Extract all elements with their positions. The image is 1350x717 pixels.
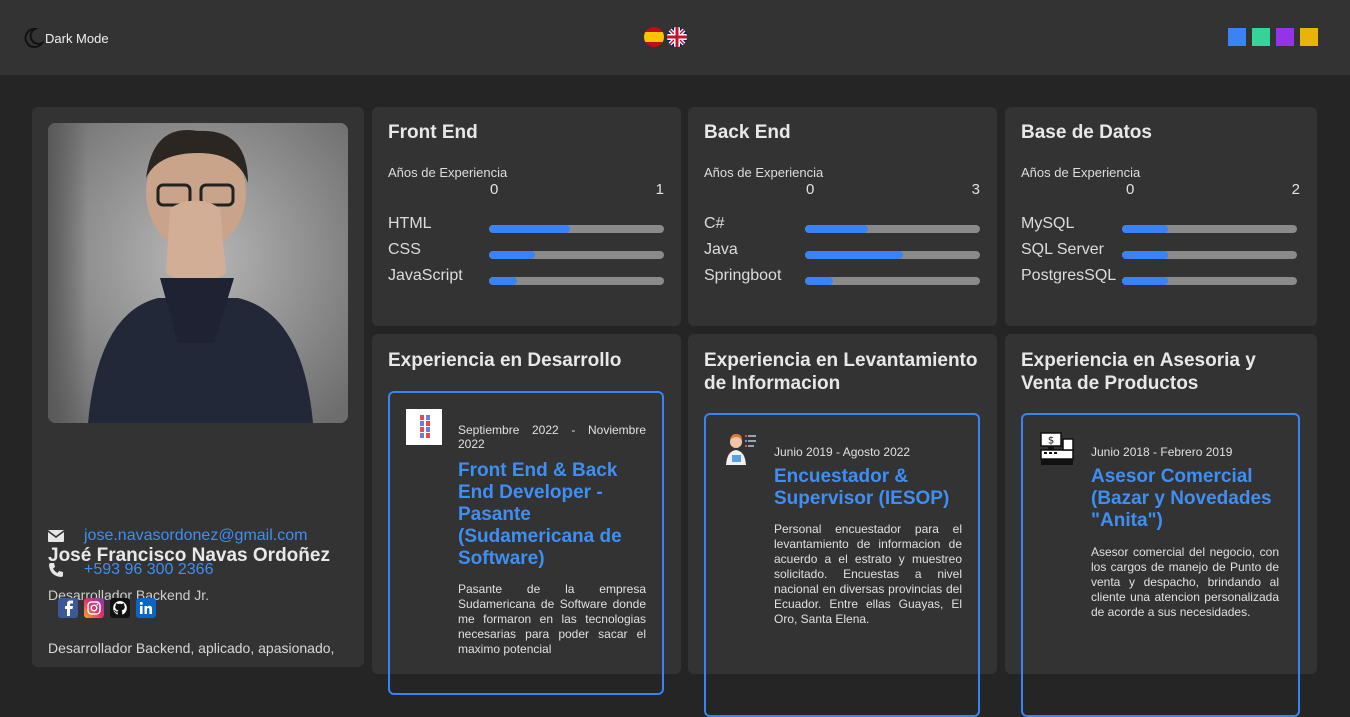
experience-card-development: Experiencia en Desarrollo Septiembre 202… — [372, 334, 681, 695]
skill-bar-fill — [805, 225, 868, 233]
skill-label: Springboot — [704, 267, 782, 284]
social-links — [58, 598, 156, 618]
card-title: Experiencia en Desarrollo — [388, 350, 622, 371]
skill-bar — [805, 225, 980, 233]
skill-bar — [805, 251, 980, 259]
scale-max: 2 — [1291, 181, 1300, 198]
facebook-icon[interactable] — [58, 598, 78, 618]
skill-label: C# — [704, 215, 725, 232]
experience-title: Front End & Back End Developer - Pasante… — [458, 460, 622, 569]
experience-card-sales: Experiencia en Asesoria y Venta de Produ… — [1005, 334, 1317, 717]
skill-bar — [1122, 251, 1297, 259]
scale-max: 3 — [971, 181, 980, 198]
profile-bio: Desarrollador Backend, aplicado, apasion… — [48, 640, 335, 656]
experience-title: Asesor Comercial (Bazar y Novedades "Ani… — [1091, 466, 1272, 531]
card-title: Base de Datos — [1021, 122, 1152, 143]
skills-card-database: Base de Datos Años de Experiencia 0 2 My… — [1005, 107, 1317, 326]
surveyor-icon — [722, 431, 758, 467]
skill-row: PostgresSQL — [1021, 267, 1297, 287]
uk-flag-icon[interactable] — [667, 27, 687, 47]
cash-register-icon: $ — [1039, 431, 1075, 467]
dark-mode-toggle[interactable]: Dark Mode — [24, 27, 109, 49]
email-link[interactable]: jose.navasordonez@gmail.com — [84, 527, 307, 545]
years-label: Años de Experiencia — [704, 165, 824, 180]
instagram-icon[interactable] — [84, 598, 104, 618]
experience-item[interactable]: Septiembre 2022 - Noviembre 2022 Front E… — [388, 391, 664, 695]
phone-contact: +593 96 300 2366 — [48, 561, 213, 579]
skill-label: PostgresSQL — [1021, 267, 1117, 284]
skill-bar-fill — [1122, 225, 1168, 233]
card-title: Experiencia en Asesoria y Venta de Produ… — [1021, 350, 1256, 394]
skill-label: HTML — [388, 215, 432, 232]
experience-description: Pasante de la empresa Sudamericana de So… — [458, 582, 646, 656]
dark-mode-label: Dark Mode — [45, 30, 109, 46]
skill-bar — [489, 251, 664, 259]
card-title: Experiencia en Levantamiento de Informac… — [704, 350, 978, 394]
experience-card-surveys: Experiencia en Levantamiento de Informac… — [688, 334, 997, 717]
skills-card-backend: Back End Años de Experiencia 0 3 C# Java… — [688, 107, 997, 326]
card-title: Back End — [704, 122, 791, 143]
linkedin-icon[interactable] — [136, 598, 156, 618]
theme-color-picker — [1228, 28, 1318, 46]
skill-row: HTML — [388, 215, 664, 235]
skill-row: MySQL — [1021, 215, 1297, 235]
svg-text:$: $ — [1048, 436, 1054, 447]
skill-bar — [1122, 277, 1297, 285]
card-title: Front End — [388, 122, 478, 143]
skill-row: JavaScript — [388, 267, 664, 287]
experience-title: Encuestador & Supervisor (IESOP) — [774, 466, 950, 509]
skill-label: JavaScript — [388, 267, 463, 284]
theme-swatch-green[interactable] — [1252, 28, 1270, 46]
years-label: Años de Experiencia — [388, 165, 508, 180]
skill-bar-fill — [489, 277, 517, 285]
envelope-icon — [48, 530, 64, 542]
skill-row: Springboot — [704, 267, 980, 287]
experience-item[interactable]: $ Junio 2018 - Febrero 2019 Asesor Comer… — [1021, 413, 1300, 717]
experience-item[interactable]: Junio 2019 - Agosto 2022 Encuestador & S… — [704, 413, 980, 717]
github-icon[interactable] — [110, 598, 130, 618]
language-selector — [644, 27, 687, 47]
experience-date: Septiembre 2022 - Noviembre 2022 — [458, 423, 646, 451]
profile-photo — [48, 123, 348, 423]
top-bar: Dark Mode — [0, 0, 1350, 75]
phone-icon — [49, 563, 63, 577]
skill-bar-fill — [1122, 251, 1168, 259]
phone-link[interactable]: +593 96 300 2366 — [84, 561, 213, 579]
email-contact: jose.navasordonez@gmail.com — [48, 527, 307, 545]
skill-bar-fill — [805, 277, 833, 285]
scale-min: 0 — [1126, 181, 1135, 198]
skill-label: CSS — [388, 241, 421, 258]
skills-card-frontend: Front End Años de Experiencia 0 1 HTML C… — [372, 107, 681, 326]
skill-bar — [1122, 225, 1297, 233]
skill-bar — [489, 225, 664, 233]
experience-description: Asesor comercial del negocio, con los ca… — [1091, 545, 1279, 619]
scale-min: 0 — [490, 181, 499, 198]
experience-description: Personal encuestador para el levantamien… — [774, 522, 962, 626]
scale-min: 0 — [806, 181, 815, 198]
skill-label: Java — [704, 241, 738, 258]
spain-flag-icon[interactable] — [644, 27, 664, 47]
skill-bar — [489, 277, 664, 285]
experience-date: Junio 2019 - Agosto 2022 — [774, 445, 911, 459]
skill-bar-fill — [489, 251, 535, 259]
moon-icon — [24, 27, 44, 48]
skill-row: C# — [704, 215, 980, 235]
skill-bar — [805, 277, 980, 285]
scale-max: 1 — [655, 181, 664, 198]
profile-card: José Francisco Navas Ordoñez Desarrollad… — [32, 107, 364, 667]
company-logo-icon — [406, 409, 442, 445]
skill-bar-fill — [1122, 277, 1168, 285]
skill-row: SQL Server — [1021, 241, 1297, 261]
experience-date: Junio 2018 - Febrero 2019 — [1091, 445, 1233, 459]
skill-label: MySQL — [1021, 215, 1075, 232]
skill-bar-fill — [805, 251, 903, 259]
years-label: Años de Experiencia — [1021, 165, 1141, 180]
theme-swatch-blue[interactable] — [1228, 28, 1246, 46]
theme-swatch-purple[interactable] — [1276, 28, 1294, 46]
skill-row: Java — [704, 241, 980, 261]
theme-swatch-yellow[interactable] — [1300, 28, 1318, 46]
skill-bar-fill — [489, 225, 570, 233]
skill-label: SQL Server — [1021, 241, 1104, 258]
skill-row: CSS — [388, 241, 664, 261]
